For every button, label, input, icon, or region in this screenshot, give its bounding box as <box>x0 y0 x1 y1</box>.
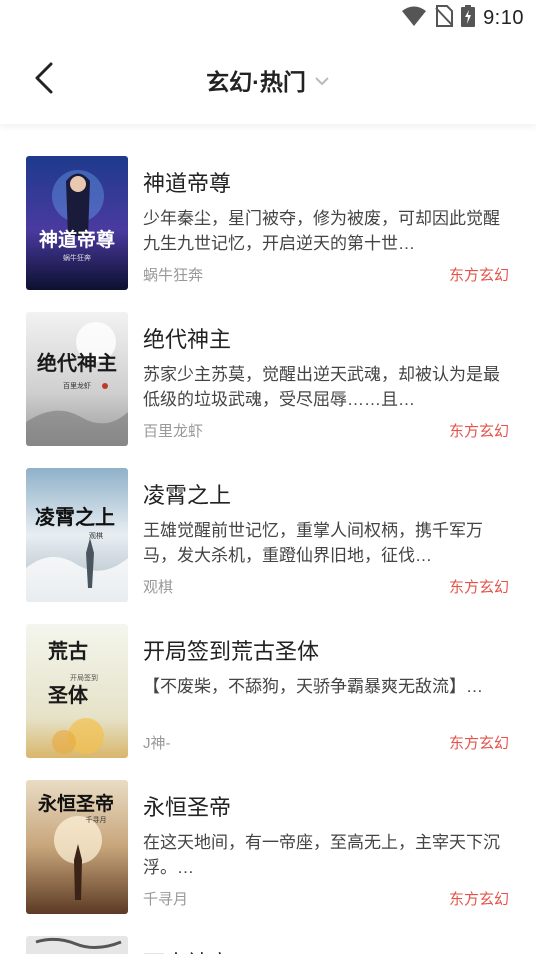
svg-text:荒古: 荒古 <box>48 639 88 663</box>
book-title[interactable]: 绝代神主 <box>143 322 231 354</box>
book-cover[interactable]: 神道帝尊 蜗牛狂奔 <box>26 156 128 290</box>
back-button[interactable] <box>26 58 62 102</box>
book-item[interactable]: 凌霄之上 观棋 凌霄之上 王雄觉醒前世记忆，重掌人间权柄，携千军万马，发大杀机，… <box>0 436 536 602</box>
svg-text:永恒圣帝: 永恒圣帝 <box>37 792 114 815</box>
book-cover[interactable]: 凌霄之上 观棋 <box>26 468 128 602</box>
book-title[interactable]: 凌霄之上 <box>143 478 231 510</box>
svg-text:百里龙虾: 百里龙虾 <box>63 381 91 390</box>
page-title: 玄幻·热门 <box>206 69 306 95</box>
no-sim-icon <box>435 4 454 32</box>
svg-text:千寻月: 千寻月 <box>86 815 107 824</box>
battery-charging-icon <box>461 4 476 32</box>
book-item[interactable]: 万古神帝 <box>0 904 536 954</box>
book-description: 苏家少主苏莫，觉醒出逆天武魂，却被认为是最低级的垃圾武魂，受尽屈辱……且… <box>143 365 500 409</box>
book-cover[interactable]: 绝代神主 百里龙虾 <box>26 312 128 446</box>
svg-text:蜗牛狂奔: 蜗牛狂奔 <box>63 253 91 262</box>
svg-text:凌霄之上: 凌霄之上 <box>35 505 115 529</box>
status-time: 9:10 <box>483 6 524 29</box>
book-cover[interactable]: 荒古 圣体 开局签到 <box>26 624 128 758</box>
book-cover[interactable] <box>26 936 128 954</box>
svg-text:观棋: 观棋 <box>89 531 103 540</box>
book-title[interactable]: 神道帝尊 <box>143 166 231 198</box>
book-description: 【不废柴，不舔狗，天骄争霸暴爽无敌流】… <box>143 677 483 696</box>
svg-text:开局签到: 开局签到 <box>70 673 98 682</box>
category-selector[interactable]: 玄幻·热门 <box>0 36 536 124</box>
book-description: 少年秦尘，星门被夺，修为被废，可却因此觉醒九生九世记忆，开启逆天的第十世… <box>143 209 500 253</box>
app-header: 玄幻·热门 <box>0 36 536 124</box>
book-description: 王雄觉醒前世记忆，重掌人间权柄，携千军万马，发大杀机，重蹬仙界旧地，征伐… <box>143 521 483 565</box>
back-arrow-icon <box>34 62 54 99</box>
book-item[interactable]: 神道帝尊 蜗牛狂奔 神道帝尊 少年秦尘，星门被夺，修为被废，可却因此觉醒九生九世… <box>0 124 536 290</box>
svg-text:圣体: 圣体 <box>48 683 89 707</box>
book-item[interactable]: 绝代神主 百里龙虾 绝代神主 苏家少主苏莫，觉醒出逆天武魂，却被认为是最低级的垃… <box>0 280 536 446</box>
svg-text:神道帝尊: 神道帝尊 <box>39 228 115 251</box>
book-description: 在这天地间，有一帝座，至高无上，主宰天下沉浮。… <box>143 833 500 877</box>
chevron-down-icon <box>314 73 330 91</box>
book-title[interactable]: 永恒圣帝 <box>143 790 231 822</box>
status-bar: 9:10 <box>0 0 536 36</box>
book-title[interactable]: 开局签到荒古圣体 <box>143 634 319 666</box>
book-item[interactable]: 荒古 圣体 开局签到 开局签到荒古圣体 【不废柴，不舔狗，天骄争霸暴爽无敌流】…… <box>0 592 536 758</box>
book-title[interactable]: 万古神帝 <box>143 946 231 954</box>
book-item[interactable]: 永恒圣帝 千寻月 永恒圣帝 在这天地间，有一帝座，至高无上，主宰天下沉浮。… 千… <box>0 748 536 914</box>
svg-text:绝代神主: 绝代神主 <box>37 351 117 375</box>
wifi-icon <box>401 5 427 32</box>
book-cover[interactable]: 永恒圣帝 千寻月 <box>26 780 128 914</box>
